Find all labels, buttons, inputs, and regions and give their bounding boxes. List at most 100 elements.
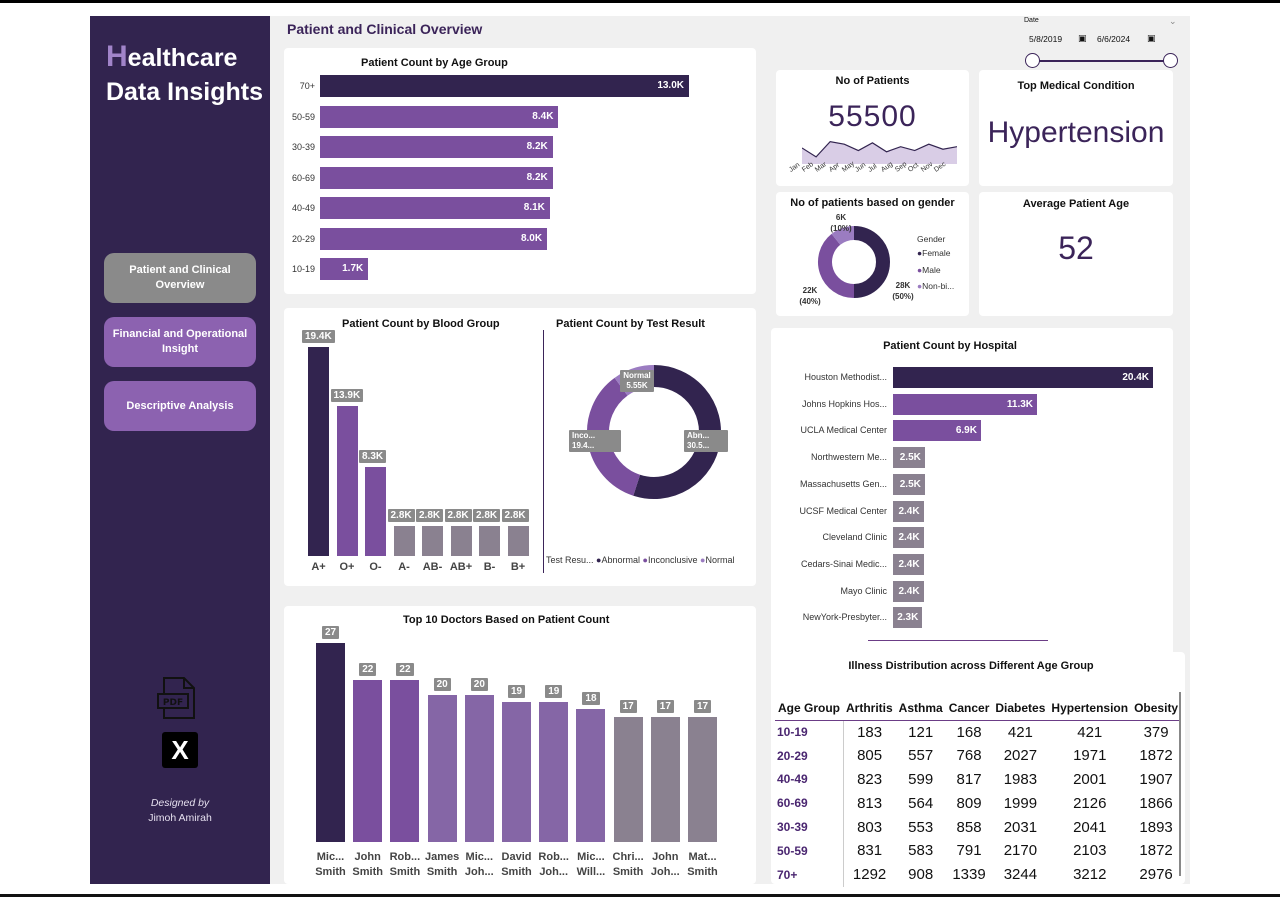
gender-legend-female[interactable]: ●Female <box>917 248 950 258</box>
blood-bar[interactable] <box>450 525 472 556</box>
gender-legend-male[interactable]: ●Male <box>917 265 941 275</box>
doctor-name-label: David <box>501 851 532 863</box>
table-cell: 2976 <box>1139 866 1173 884</box>
age-bar-value: 13.0K <box>657 80 684 91</box>
table-row: 60-69 813 564 809 1999 2126 1866 <box>775 791 1181 816</box>
age-bar-value: 8.2K <box>526 141 548 152</box>
blood-bar[interactable] <box>507 525 529 556</box>
table-column-header[interactable]: Arthritis <box>843 696 896 721</box>
table-cell: 791 <box>956 842 982 860</box>
doctor-bar[interactable] <box>576 709 606 842</box>
table-cell: 553 <box>908 818 934 836</box>
table-column-header[interactable]: Asthma <box>895 696 946 721</box>
blood-bar[interactable] <box>479 525 500 556</box>
hospital-category-label: Cedars-Sinai Medic... <box>800 558 887 569</box>
table-row: 50-59 831 583 791 2170 2103 1872 <box>775 838 1181 863</box>
nav-financial-operational-insight[interactable]: Financial and Operational Insight <box>104 317 256 367</box>
hospital-bar-value: 2.5K <box>899 452 921 464</box>
calendar-icon[interactable]: ▣ <box>1078 33 1087 44</box>
table-cell: 1907 <box>1139 770 1173 788</box>
kpi-condition-value: Hypertension <box>987 116 1165 149</box>
doctor-bar[interactable] <box>316 643 345 842</box>
legend-inconclusive-label[interactable]: Inconclusive <box>648 555 698 565</box>
hospital-bar-value: 2.3K <box>897 612 919 624</box>
date-range-slider[interactable] <box>1032 60 1172 62</box>
blood-bar[interactable] <box>336 406 358 556</box>
table-column-header[interactable]: Hypertension <box>1048 696 1132 721</box>
doctor-name-label: James <box>424 851 460 863</box>
doctor-name-label: Will... <box>576 866 606 878</box>
chevron-down-icon[interactable]: ⌄ <box>1169 16 1177 27</box>
table-cell: 858 <box>956 818 982 836</box>
table-cell: 1872 <box>1139 747 1173 765</box>
doctor-bar[interactable] <box>539 701 569 842</box>
doctor-name-label: Mic... <box>577 851 605 863</box>
table-cell: 1983 <box>1003 770 1038 788</box>
table-cell: 1893 <box>1139 818 1173 836</box>
table-column-header[interactable]: Obesity <box>1131 696 1182 721</box>
blood-bar-value: 2.8K <box>416 508 444 522</box>
hospital-category-label: UCSF Medical Center <box>799 505 887 516</box>
slider-start-handle[interactable] <box>1025 53 1040 68</box>
hospital-category-label: Mayo Clinic <box>840 585 887 596</box>
doctor-name-label: Smith <box>426 866 458 878</box>
blood-bar-value: 2.8K <box>473 508 501 522</box>
nav-descriptive-analysis[interactable]: Descriptive Analysis <box>104 381 256 431</box>
table-cell: 2001 <box>1073 770 1107 788</box>
table-column-header[interactable]: Age Group <box>775 696 843 721</box>
table-row-header: 60-69 <box>775 791 844 816</box>
table-scrollbar[interactable] <box>1179 692 1181 876</box>
doctors-chart-title: Top 10 Doctors Based on Patient Count <box>403 614 610 626</box>
pdf-icon[interactable]: PDF <box>156 676 198 720</box>
date-end-input[interactable]: 6/6/2024 <box>1097 34 1130 44</box>
gender-chart: No of patients based on gender 6K (10%) … <box>776 192 969 316</box>
hospital-scroll-bar[interactable] <box>868 640 1048 641</box>
kpi-condition-title: Top Medical Condition <box>1017 80 1135 92</box>
table-column-header[interactable]: Cancer <box>945 696 993 721</box>
table-cell: 3244 <box>1003 866 1038 884</box>
table-cell: 768 <box>956 747 982 765</box>
nav-patient-clinical-overview[interactable]: Patient and Clinical Overview <box>104 253 256 303</box>
x-logo-icon[interactable]: X <box>162 732 198 768</box>
gender-legend-nonbinary[interactable]: ●Non-bi... <box>917 281 954 291</box>
age-chart-title: Patient Count by Age Group <box>361 57 508 69</box>
table-cell: 1339 <box>952 866 986 884</box>
test-label-inconclusive: Inco... 19.4... <box>569 430 621 452</box>
doctor-name-label: John <box>652 851 679 863</box>
blood-bar[interactable] <box>308 347 329 556</box>
table-cell: 803 <box>857 818 883 836</box>
legend-normal-label[interactable]: Normal <box>705 555 734 565</box>
test-chart-title: Patient Count by Test Result <box>556 318 705 330</box>
doctor-bar-value: 17 <box>694 699 712 713</box>
slider-end-handle[interactable] <box>1163 53 1178 68</box>
table-cell: 183 <box>857 723 883 741</box>
table-cell: 1872 <box>1139 842 1173 860</box>
doctor-bar[interactable] <box>688 716 717 842</box>
doctor-bar[interactable] <box>353 679 383 842</box>
blood-bar[interactable] <box>393 525 415 556</box>
table-row: 20-29 805 557 768 2027 1971 1872 <box>775 743 1181 768</box>
table-row-header: 50-59 <box>775 838 844 863</box>
designed-by-label: Designed by <box>150 797 210 809</box>
calendar-icon[interactable]: ▣ <box>1147 33 1156 44</box>
doctor-bar[interactable] <box>390 679 420 842</box>
gender-donut-slice <box>853 226 890 298</box>
doctor-bar[interactable] <box>650 716 680 842</box>
table-column-header[interactable]: Diabetes <box>992 696 1049 721</box>
table-row: 70+ 1292 908 1339 3244 3212 2976 <box>775 862 1181 887</box>
kpi-patients-title: No of Patients <box>835 75 910 87</box>
table-cell: 2103 <box>1073 842 1107 860</box>
date-start-input[interactable]: 5/8/2019 <box>1029 34 1062 44</box>
table-cell: 599 <box>908 770 934 788</box>
blood-bar[interactable] <box>422 525 443 556</box>
legend-abnormal-label[interactable]: Abnormal <box>601 555 640 565</box>
test-legend-title: Test Resu... <box>546 555 594 565</box>
hospital-bar-value: 2.4K <box>898 585 920 597</box>
blood-bar[interactable] <box>365 466 386 556</box>
doctor-bar[interactable] <box>502 701 531 842</box>
doctor-bar[interactable] <box>464 694 494 842</box>
blood-bar-value: 8.3K <box>359 449 387 463</box>
doctor-bar[interactable] <box>427 694 457 842</box>
table-cell: 379 <box>1143 723 1169 741</box>
doctor-bar[interactable] <box>613 716 643 842</box>
